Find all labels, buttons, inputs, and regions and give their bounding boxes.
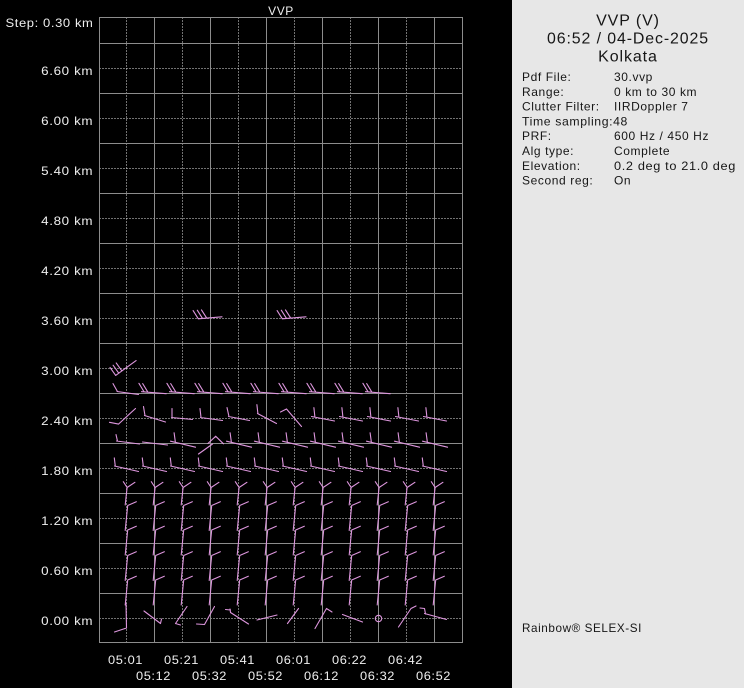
svg-text:06:22: 06:22 xyxy=(332,653,367,667)
svg-text:3.60 km: 3.60 km xyxy=(41,314,93,328)
svg-text:06:42: 06:42 xyxy=(388,653,423,667)
svg-text:3.00 km: 3.00 km xyxy=(41,364,93,378)
svg-text:4.20 km: 4.20 km xyxy=(41,264,93,278)
svg-text:Step: 0.30 km: Step: 0.30 km xyxy=(6,16,94,30)
svg-text:Time sampling:48: Time sampling:48 xyxy=(522,114,628,128)
svg-text:IIRDoppler 7: IIRDoppler 7 xyxy=(614,100,689,114)
svg-text:Elevation:: Elevation: xyxy=(522,159,581,173)
svg-text:VVP (V): VVP (V) xyxy=(596,13,660,30)
svg-text:VVP: VVP xyxy=(268,4,294,18)
svg-text:06:12: 06:12 xyxy=(304,669,339,683)
svg-text:Clutter Filter:: Clutter Filter: xyxy=(522,100,600,114)
svg-text:6.00 km: 6.00 km xyxy=(41,114,93,128)
svg-text:5.40 km: 5.40 km xyxy=(41,164,93,178)
svg-text:06:52: 06:52 xyxy=(416,669,451,683)
svg-text:6.60 km: 6.60 km xyxy=(41,64,93,78)
svg-text:0.2 deg to 21.0 deg: 0.2 deg to 21.0 deg xyxy=(614,159,736,173)
svg-text:06:01: 06:01 xyxy=(276,653,311,667)
svg-text:1.20 km: 1.20 km xyxy=(41,514,93,528)
svg-text:Second reg:: Second reg: xyxy=(522,174,593,188)
svg-text:05:32: 05:32 xyxy=(192,669,227,683)
svg-text:05:52: 05:52 xyxy=(248,669,283,683)
svg-text:05:12: 05:12 xyxy=(136,669,171,683)
svg-text:0.60 km: 0.60 km xyxy=(41,564,93,578)
svg-text:06:32: 06:32 xyxy=(360,669,395,683)
svg-text:Range:: Range: xyxy=(522,85,564,99)
svg-text:Complete: Complete xyxy=(614,144,670,158)
svg-text:On: On xyxy=(614,174,631,188)
svg-text:05:41: 05:41 xyxy=(220,653,255,667)
svg-text:600 Hz / 450 Hz: 600 Hz / 450 Hz xyxy=(614,129,709,143)
svg-text:4.80 km: 4.80 km xyxy=(41,214,93,228)
svg-text:2.40 km: 2.40 km xyxy=(41,414,93,428)
svg-text:Pdf File:: Pdf File: xyxy=(522,70,571,84)
svg-text:Rainbow® SELEX-SI: Rainbow® SELEX-SI xyxy=(522,621,642,635)
svg-text:05:21: 05:21 xyxy=(164,653,199,667)
svg-text:Kolkata: Kolkata xyxy=(598,48,658,65)
svg-text:05:01: 05:01 xyxy=(108,653,143,667)
svg-text:PRF:: PRF: xyxy=(522,129,552,143)
svg-text:06:52 / 04-Dec-2025: 06:52 / 04-Dec-2025 xyxy=(547,31,709,48)
svg-text:0 km to 30 km: 0 km to 30 km xyxy=(614,85,697,99)
svg-text:Alg type:: Alg type: xyxy=(522,144,574,158)
svg-text:30.vvp: 30.vvp xyxy=(614,70,653,84)
svg-text:0.00 km: 0.00 km xyxy=(41,614,93,628)
svg-text:1.80 km: 1.80 km xyxy=(41,464,93,478)
